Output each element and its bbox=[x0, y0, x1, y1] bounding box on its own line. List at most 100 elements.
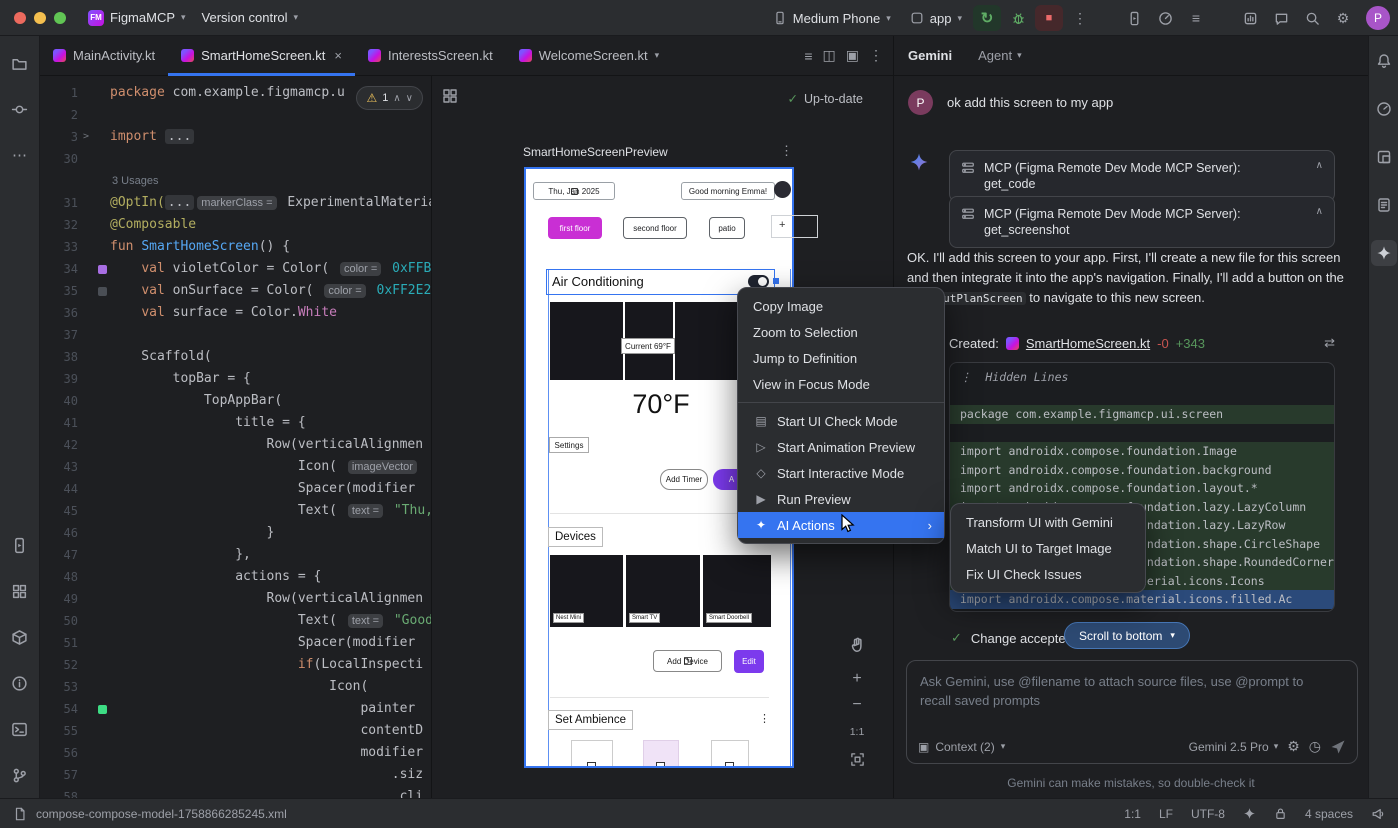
close-tab-icon[interactable]: × bbox=[334, 48, 342, 63]
tool-call-get-code[interactable]: MCP (Figma Remote Dev Mode MCP Server): … bbox=[949, 150, 1335, 202]
expand-icon[interactable]: ∧ bbox=[1316, 206, 1323, 217]
editor-list-icon[interactable]: ≡ bbox=[804, 48, 812, 64]
menu-item-view-in-focus-mode[interactable]: View in Focus Mode bbox=[738, 371, 944, 397]
megaphone-icon[interactable] bbox=[1371, 807, 1385, 821]
edit-button[interactable]: Edit bbox=[734, 650, 764, 673]
layout-inspector-icon[interactable] bbox=[1371, 144, 1397, 170]
floor-chip-patio[interactable]: patio bbox=[709, 217, 745, 239]
prev-issue-icon[interactable]: ∧ bbox=[393, 93, 400, 104]
close-window-button[interactable] bbox=[14, 12, 26, 24]
zoom-to-fit-button[interactable] bbox=[842, 752, 872, 767]
project-tool-icon[interactable] bbox=[7, 50, 33, 76]
menu-item-start-ui-check-mode[interactable]: ▤Start UI Check Mode bbox=[738, 408, 944, 434]
running-devices-tool-icon[interactable] bbox=[7, 532, 33, 558]
zoom-ratio-button[interactable]: 1:1 bbox=[842, 726, 872, 738]
device-selector[interactable]: Medium Phone ▾ bbox=[765, 5, 899, 31]
next-issue-icon[interactable]: ∨ bbox=[406, 93, 413, 104]
user-avatar[interactable]: P bbox=[1366, 6, 1390, 30]
ai-spark-icon[interactable] bbox=[1243, 807, 1256, 820]
run-config-selector[interactable]: app ▾ bbox=[902, 5, 970, 31]
gemini-tool-icon[interactable] bbox=[1371, 240, 1397, 266]
usages-hint[interactable]: 3 Usages bbox=[40, 170, 431, 192]
tool-call-get-screenshot[interactable]: MCP (Figma Remote Dev Mode MCP Server): … bbox=[949, 196, 1335, 248]
tab-interestsscreen[interactable]: InterestsScreen.kt bbox=[355, 36, 506, 75]
project-selector[interactable]: FM FigmaMCP ▾ bbox=[80, 5, 194, 31]
context-selector[interactable]: ▣ Context (2) ▾ bbox=[918, 740, 1005, 754]
add-device-button[interactable]: + Add Device bbox=[653, 650, 722, 672]
running-devices-icon[interactable] bbox=[1120, 5, 1148, 31]
menu-item-copy-image[interactable]: Copy Image bbox=[738, 293, 944, 319]
caret-position[interactable]: 1:1 bbox=[1124, 807, 1141, 821]
preview-layout-icon[interactable] bbox=[442, 88, 458, 104]
inspections-widget[interactable]: ⚠ 1 ∧ ∨ bbox=[356, 86, 423, 110]
floor-chip-first[interactable]: first floor bbox=[548, 217, 602, 239]
gemini-input[interactable]: Ask Gemini, use @filename to attach sour… bbox=[906, 660, 1358, 764]
history-icon[interactable]: ◷ bbox=[1309, 738, 1321, 755]
minimize-window-button[interactable] bbox=[34, 12, 46, 24]
zoom-out-button[interactable]: − bbox=[842, 696, 872, 714]
tab-agent[interactable]: Agent ▾ bbox=[978, 48, 1022, 63]
gauge-icon[interactable] bbox=[1371, 96, 1397, 122]
prompt-settings-icon[interactable]: ⚙ bbox=[1287, 738, 1300, 755]
tab-mainactivity[interactable]: MainActivity.kt bbox=[40, 36, 168, 75]
menu-item-zoom-to-selection[interactable]: Zoom to Selection bbox=[738, 319, 944, 345]
app-insights-icon[interactable] bbox=[1371, 192, 1397, 218]
version-control-tool-icon[interactable] bbox=[7, 762, 33, 788]
indent-setting[interactable]: 4 spaces bbox=[1305, 807, 1353, 821]
created-file-link[interactable]: SmartHomeScreen.kt bbox=[1026, 336, 1150, 351]
encoding[interactable]: UTF-8 bbox=[1191, 807, 1225, 821]
line-ending[interactable]: LF bbox=[1159, 807, 1173, 821]
submenu-item-fix-ui-check-issues[interactable]: Fix UI Check Issues bbox=[951, 561, 1145, 587]
zoom-in-button[interactable]: + bbox=[842, 670, 872, 688]
vcs-menu[interactable]: Version control ▾ bbox=[194, 5, 307, 31]
menu-item-run-preview[interactable]: ▶Run Preview bbox=[738, 486, 944, 512]
hidden-lines-label[interactable]: ⋮ Hidden Lines bbox=[950, 368, 1334, 387]
selection-handle[interactable] bbox=[773, 278, 779, 284]
tab-welcomescreen[interactable]: WelcomeScreen.kt ▾ bbox=[506, 36, 672, 75]
more-tools-icon[interactable]: ⋯ bbox=[7, 142, 33, 168]
floor-chip-second[interactable]: second floor bbox=[623, 217, 687, 239]
services-tool-icon[interactable] bbox=[7, 578, 33, 604]
open-diff-icon[interactable]: ⇄ bbox=[1324, 335, 1335, 351]
search-icon[interactable] bbox=[1298, 5, 1326, 31]
color-swatch[interactable] bbox=[98, 265, 107, 274]
color-swatch[interactable] bbox=[98, 287, 107, 296]
pan-tool-icon[interactable] bbox=[842, 636, 872, 653]
maximize-window-button[interactable] bbox=[54, 12, 66, 24]
submenu-item-transform-ui-with-gemini[interactable]: Transform UI with Gemini bbox=[951, 509, 1145, 535]
layout-editor-icon[interactable]: ▣ bbox=[846, 47, 859, 64]
tab-gemini[interactable]: Gemini bbox=[908, 48, 952, 63]
code-editor[interactable]: 1package com.example.figmamcp.u23>import… bbox=[40, 76, 431, 798]
model-selector[interactable]: Gemini 2.5 Pro ▾ bbox=[1189, 740, 1279, 754]
menu-item-jump-to-definition[interactable]: Jump to Definition bbox=[738, 345, 944, 371]
scroll-to-bottom-button[interactable]: Scroll to bottom ▾ bbox=[1064, 622, 1190, 649]
logcat-icon[interactable]: ≡ bbox=[1182, 5, 1210, 31]
debug-button[interactable] bbox=[1004, 5, 1032, 31]
more-options-icon[interactable]: ⋮ bbox=[869, 47, 883, 64]
submenu-item-match-ui-to-target-image[interactable]: Match UI to Target Image bbox=[951, 535, 1145, 561]
expand-icon[interactable]: ∧ bbox=[1316, 160, 1323, 171]
commit-icon[interactable] bbox=[7, 96, 33, 122]
split-editor-icon[interactable]: ◫ bbox=[823, 47, 836, 64]
lock-icon[interactable] bbox=[1274, 807, 1287, 820]
menu-item-start-interactive-mode[interactable]: ◇Start Interactive Mode bbox=[738, 460, 944, 486]
preview-title[interactable]: SmartHomeScreenPreview bbox=[523, 145, 668, 159]
more-run-actions[interactable]: ⋮ bbox=[1066, 5, 1094, 31]
build-tool-icon[interactable] bbox=[7, 624, 33, 650]
settings-gear-icon[interactable]: ⚙ bbox=[1329, 5, 1357, 31]
color-swatch[interactable] bbox=[98, 705, 107, 714]
menu-item-start-animation-preview[interactable]: ▷Start Animation Preview bbox=[738, 434, 944, 460]
profiler-icon[interactable] bbox=[1151, 5, 1179, 31]
run-button[interactable]: ↻ bbox=[973, 5, 1001, 31]
status-file-name[interactable]: compose-compose-model-1758866285245.xml bbox=[36, 807, 287, 821]
send-icon[interactable] bbox=[1330, 739, 1346, 755]
floor-chip-add[interactable]: + bbox=[771, 215, 818, 238]
tab-smarthomescreen[interactable]: SmartHomeScreen.kt × bbox=[168, 36, 355, 75]
problems-tool-icon[interactable] bbox=[7, 670, 33, 696]
insights-icon[interactable] bbox=[1236, 5, 1264, 31]
add-timer-button[interactable]: Add Timer bbox=[660, 469, 708, 490]
notifications-bell-icon[interactable] bbox=[1371, 48, 1397, 74]
ambience-more-icon[interactable]: ⋮ bbox=[759, 712, 770, 725]
fold-icon[interactable]: > bbox=[78, 126, 94, 148]
preview-more-icon[interactable]: ⋮ bbox=[780, 143, 793, 159]
